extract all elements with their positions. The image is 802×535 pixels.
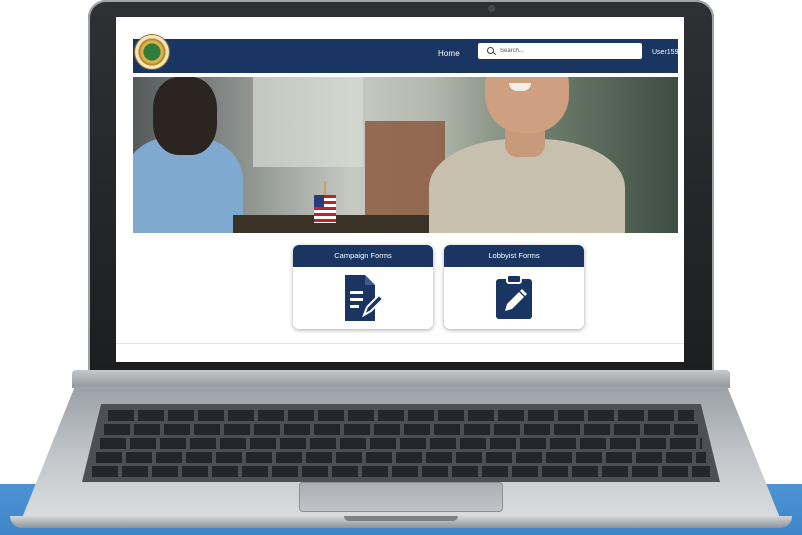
- top-navigation-bar: Home User1597: [133, 35, 682, 73]
- laptop-screen: Home User1597 Campaign Forms Lo: [116, 17, 684, 362]
- nav-home-link[interactable]: Home: [438, 49, 460, 58]
- campaign-forms-title: Campaign Forms: [293, 245, 433, 267]
- search-input[interactable]: [500, 45, 635, 57]
- campaign-forms-card[interactable]: Campaign Forms: [293, 245, 433, 329]
- lobbyist-forms-card[interactable]: Lobbyist Forms: [444, 245, 584, 329]
- hero-window: [253, 77, 363, 167]
- american-flag-icon: [314, 195, 336, 223]
- user-menu[interactable]: User1597: [652, 49, 682, 56]
- search-icon: [487, 47, 494, 54]
- laptop-hinge: [72, 370, 730, 388]
- document-edit-icon: [345, 275, 383, 321]
- hero-banner-image: [133, 77, 678, 233]
- content-divider: [116, 343, 684, 344]
- lobbyist-forms-title: Lobbyist Forms: [444, 245, 584, 267]
- clipboard-edit-icon: [496, 275, 532, 319]
- laptop-opening-notch: [344, 516, 458, 521]
- hero-person-left-head: [153, 77, 217, 155]
- laptop-keyboard: [82, 404, 720, 482]
- laptop-trackpad: [299, 482, 503, 512]
- state-seal-logo[interactable]: [135, 35, 169, 69]
- webcam-icon: [488, 5, 495, 12]
- search-box[interactable]: [478, 43, 642, 59]
